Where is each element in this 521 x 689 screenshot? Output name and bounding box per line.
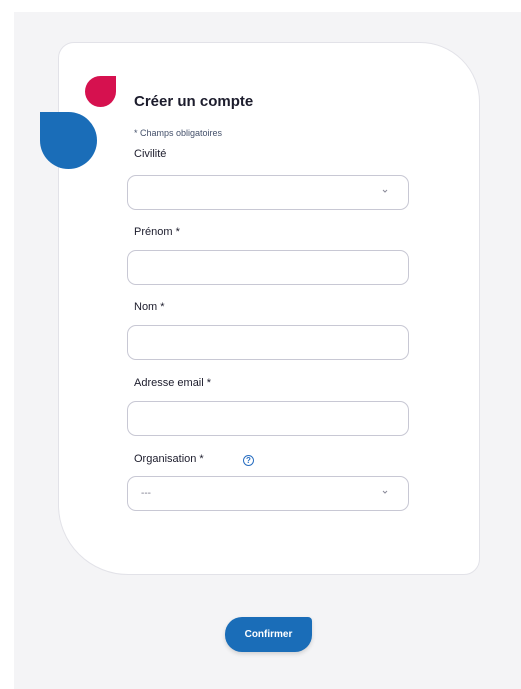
nom-label: Nom * [134,301,165,313]
email-label: Adresse email * [134,377,212,389]
help-icon[interactable]: ? [243,455,254,466]
form-title: Créer un compte [134,93,254,110]
chevron-down-icon [382,189,388,193]
confirm-button[interactable]: Confirmer [225,617,312,652]
organisation-label: Organisation * [134,453,204,465]
left-edge [0,0,14,689]
top-edge [0,0,521,12]
organisation-select-value: --- [141,488,151,499]
civilite-label: Civilité [134,148,167,160]
organisation-select[interactable]: --- [127,476,409,511]
logo-leaf-red-icon [85,76,116,107]
required-fields-note: * Champs obligatoires [134,128,223,138]
prenom-input[interactable] [127,250,409,285]
page-background: Créer un compte * Champs obligatoires Ci… [0,0,521,689]
prenom-label: Prénom * [134,226,180,238]
civilite-select[interactable] [127,175,409,210]
email-input[interactable] [127,401,409,436]
logo-leaf-blue-icon [40,112,97,169]
nom-input[interactable] [127,325,409,360]
chevron-down-icon [382,490,388,494]
